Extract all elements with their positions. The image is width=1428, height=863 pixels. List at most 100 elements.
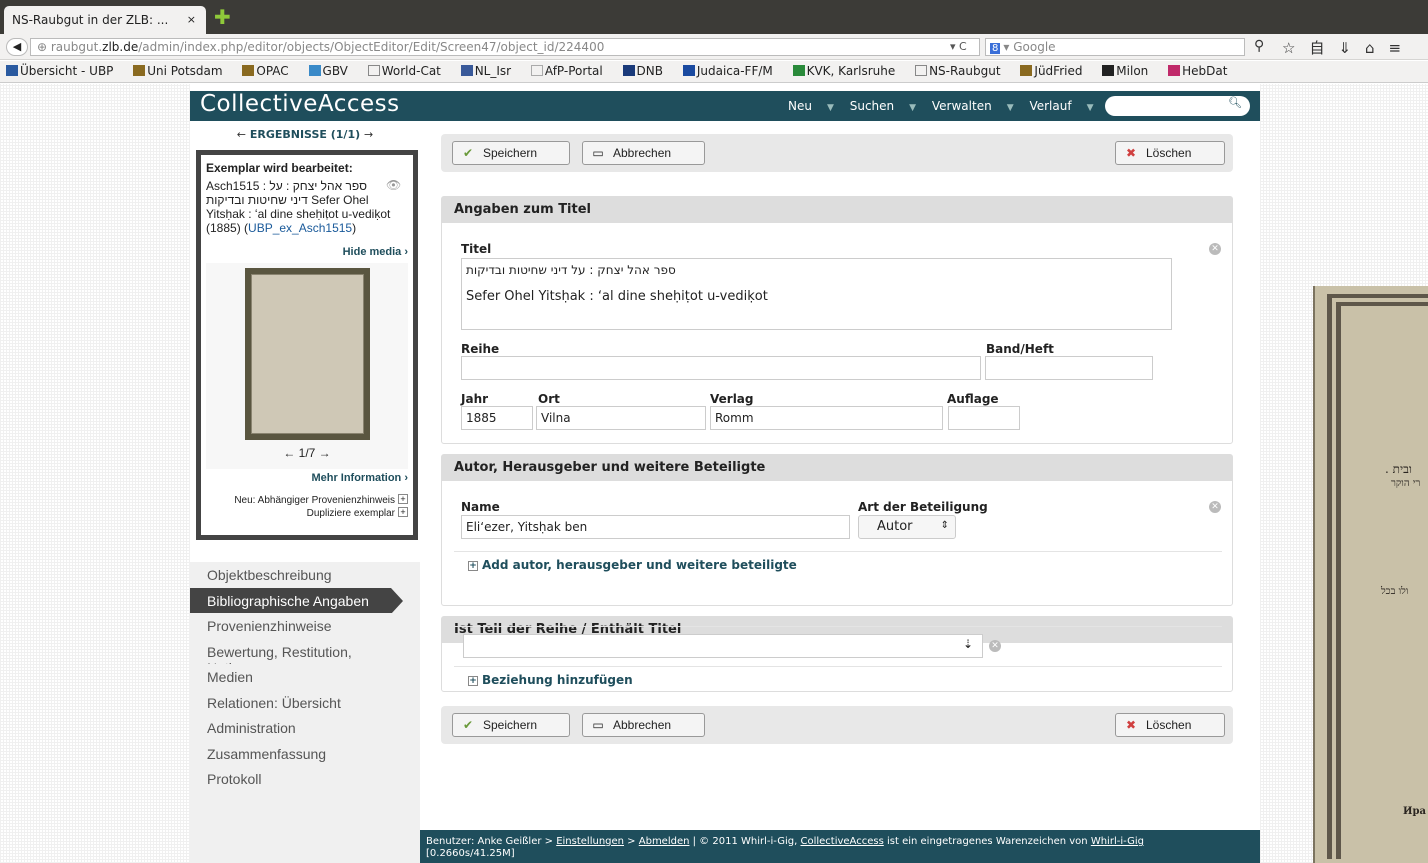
inspector-translit-line: Yitsḥak : ʻal dine sheḥiṭot u-vediḳot bbox=[206, 207, 391, 221]
auflage-label: Auflage bbox=[947, 392, 999, 406]
whirl-i-gig-link[interactable]: Whirl-i-Gig bbox=[1091, 836, 1144, 847]
media-pager[interactable]: ← 1/7 → bbox=[206, 446, 408, 460]
divider bbox=[454, 626, 1222, 627]
download-arrow-icon[interactable]: ⇣ bbox=[963, 637, 973, 651]
plus-icon: + bbox=[468, 676, 478, 686]
sidenav-item-zusammenfassung[interactable]: Zusammenfassung bbox=[190, 740, 420, 766]
sidenav-item-bibliographische-angaben[interactable]: Bibliographische Angaben bbox=[190, 587, 403, 613]
author-section-heading: Autor, Herausgeber und weitere Beteiligt… bbox=[442, 455, 1232, 481]
add-relation-link[interactable]: + Beziehung hinzufügen bbox=[468, 673, 633, 687]
save-button[interactable]: ✔ Speichern bbox=[452, 141, 570, 165]
author-name-field[interactable]: Eliʻezer, Yitsḥak ben bbox=[461, 515, 850, 539]
search-icon[interactable]: ⚲ bbox=[1254, 38, 1264, 54]
results-label[interactable]: ERGEBNISSE (1/1) bbox=[250, 128, 360, 141]
duplicate-item-link[interactable]: Dupliziere exemplar + bbox=[196, 507, 408, 520]
tab-close-icon[interactable]: × bbox=[187, 13, 196, 26]
select-arrow-icon: ⇕ bbox=[940, 520, 949, 531]
reload-icon[interactable]: ▾ C bbox=[950, 40, 967, 53]
new-tab-icon[interactable]: ✚ bbox=[214, 7, 231, 27]
cancel-button[interactable]: ▭ Abbrechen bbox=[582, 141, 705, 165]
results-next-arrow[interactable]: → bbox=[364, 128, 373, 141]
bookmarks-bar: Übersicht - UBP Uni Potsdam OPAC GBV Wor… bbox=[0, 61, 1428, 83]
scan-text: Ира bbox=[1403, 806, 1426, 817]
delete-icon: ✖ bbox=[1125, 718, 1137, 732]
bookmark-item[interactable]: NL_Isr bbox=[460, 64, 519, 78]
series-relation-field[interactable] bbox=[463, 634, 983, 658]
app-logo[interactable]: CollectiveAccess bbox=[200, 91, 400, 117]
more-information-link[interactable]: Mehr Information › bbox=[196, 472, 408, 484]
save-button[interactable]: ✔ Speichern bbox=[452, 713, 570, 737]
sidenav-item-bewertung[interactable]: Bewertung, Restitution, Notizen bbox=[190, 638, 420, 676]
book-cover-thumbnail[interactable] bbox=[245, 268, 370, 440]
delete-button[interactable]: ✖ Löschen bbox=[1115, 141, 1225, 165]
reihe-field[interactable] bbox=[461, 356, 981, 380]
bookmark-item[interactable]: Uni Potsdam bbox=[133, 64, 230, 78]
sidenav-item-administration[interactable]: Administration bbox=[190, 715, 420, 741]
inspector-actions: Neu: Abhängiger Provenienzhinweis + Dupli… bbox=[196, 494, 408, 520]
bookmark-item[interactable]: Milon bbox=[1102, 64, 1156, 78]
bookmark-item[interactable]: KVK, Karlsruhe bbox=[792, 64, 904, 78]
inspector-title: Exemplar wird bearbeitet: bbox=[206, 161, 353, 175]
eye-icon[interactable]: 👁︎ bbox=[386, 178, 401, 192]
results-prev-arrow[interactable]: ← bbox=[237, 128, 246, 141]
titel-line-hebrew: ספר אהל יצחק : על דיני שחיטות ובדיקות bbox=[466, 263, 676, 277]
logout-link[interactable]: Abmelden bbox=[639, 836, 690, 847]
sidenav-item-provenienzhinweise[interactable]: Provenienzhinweise bbox=[190, 613, 420, 639]
bookmark-item[interactable]: JüdFried bbox=[1020, 64, 1090, 78]
nav-neu[interactable]: Neu ▼ bbox=[788, 99, 834, 113]
bookmark-item[interactable]: World-Cat bbox=[367, 64, 449, 78]
url-bar[interactable]: ⊕ raubgut.zlb.de/admin/index.php/editor/… bbox=[30, 38, 980, 56]
bookmark-item[interactable]: AfP-Portal bbox=[530, 64, 611, 78]
sidenav-item-protokoll[interactable]: Protokoll bbox=[190, 766, 420, 792]
sidenav-item-medien[interactable]: Medien bbox=[190, 664, 420, 690]
footer-trademark: ist ein eingetragenes Warenzeichen von bbox=[883, 836, 1091, 847]
role-select[interactable]: Autor ⇕ bbox=[858, 515, 956, 539]
back-arrow-icon[interactable]: ◀ bbox=[6, 38, 28, 56]
chevron-down-icon: ▼ bbox=[1086, 103, 1094, 113]
browser-toolbar-icons[interactable]: ☆自⇓⌂≡ bbox=[1282, 37, 1415, 58]
top-nav: Neu ▼ Suchen ▼ Verwalten ▼ Verlauf ▼ bbox=[788, 99, 1105, 113]
jahr-field[interactable]: 1885 bbox=[461, 406, 533, 430]
nav-verlauf[interactable]: Verlauf ▼ bbox=[1029, 99, 1093, 113]
remove-icon[interactable]: ✕ bbox=[989, 640, 1001, 652]
verlag-label: Verlag bbox=[710, 392, 754, 406]
verlag-field[interactable]: Romm bbox=[710, 406, 943, 430]
remove-icon[interactable]: ✕ bbox=[1209, 501, 1221, 513]
add-author-link[interactable]: + Add autor, herausgeber und weitere bete… bbox=[468, 558, 797, 572]
plus-icon: + bbox=[398, 507, 408, 517]
sidenav-item-objektbeschreibung[interactable]: Objektbeschreibung bbox=[190, 562, 420, 588]
cancel-button[interactable]: ▭ Abbrechen bbox=[582, 713, 705, 737]
inspector-year-line: (1885) (UBP_ex_Asch1515) bbox=[206, 221, 357, 235]
nav-verwalten[interactable]: Verwalten ▼ bbox=[932, 99, 1014, 113]
settings-link[interactable]: Einstellungen bbox=[556, 836, 624, 847]
nav-suchen[interactable]: Suchen ▼ bbox=[850, 99, 916, 113]
browser-search-input[interactable]: 8 ▾ Google bbox=[985, 38, 1245, 56]
bookmark-icon bbox=[792, 65, 805, 76]
delete-button[interactable]: ✖ Löschen bbox=[1115, 713, 1225, 737]
bookmark-icon bbox=[1168, 65, 1181, 76]
bookmark-item[interactable]: NS-Raubgut bbox=[915, 64, 1009, 78]
titel-line-translit: Sefer Ohel Yitsḥak : ʻal dine sheḥiṭot u… bbox=[466, 289, 768, 304]
bookmark-item[interactable]: HebDat bbox=[1168, 64, 1235, 78]
remove-icon[interactable]: ✕ bbox=[1209, 243, 1221, 255]
bookmark-item[interactable]: Übersicht - UBP bbox=[6, 64, 121, 78]
band-field[interactable] bbox=[985, 356, 1153, 380]
browser-tab[interactable]: NS-Raubgut in der ZLB: ... × bbox=[4, 6, 206, 34]
auflage-field[interactable] bbox=[948, 406, 1020, 430]
titel-field[interactable]: ספר אהל יצחק : על דיני שחיטות ובדיקות Se… bbox=[461, 258, 1172, 330]
bookmark-item[interactable]: GBV bbox=[308, 64, 356, 78]
google-icon: 8 bbox=[990, 43, 1001, 54]
inspector-record-link[interactable]: UBP_ex_Asch1515 bbox=[248, 221, 352, 235]
ort-field[interactable]: Vilna bbox=[536, 406, 706, 430]
search-icon[interactable]: 🔍︎ bbox=[1228, 96, 1242, 109]
results-navigator: ← ERGEBNISSE (1/1) → bbox=[190, 128, 420, 141]
bookmark-item[interactable]: Judaica-FF/M bbox=[682, 64, 781, 78]
scan-text: ולו בכל bbox=[1381, 586, 1409, 597]
sidenav-item-relationen[interactable]: Relationen: Übersicht bbox=[190, 689, 420, 715]
new-provenance-link[interactable]: Neu: Abhängiger Provenienzhinweis + bbox=[196, 494, 408, 507]
bookmark-icon bbox=[242, 65, 255, 76]
bookmark-item[interactable]: OPAC bbox=[242, 64, 296, 78]
collectiveaccess-link[interactable]: CollectiveAccess bbox=[800, 836, 883, 847]
bookmark-item[interactable]: DNB bbox=[622, 64, 671, 78]
hide-media-link[interactable]: Hide media › bbox=[196, 246, 408, 258]
